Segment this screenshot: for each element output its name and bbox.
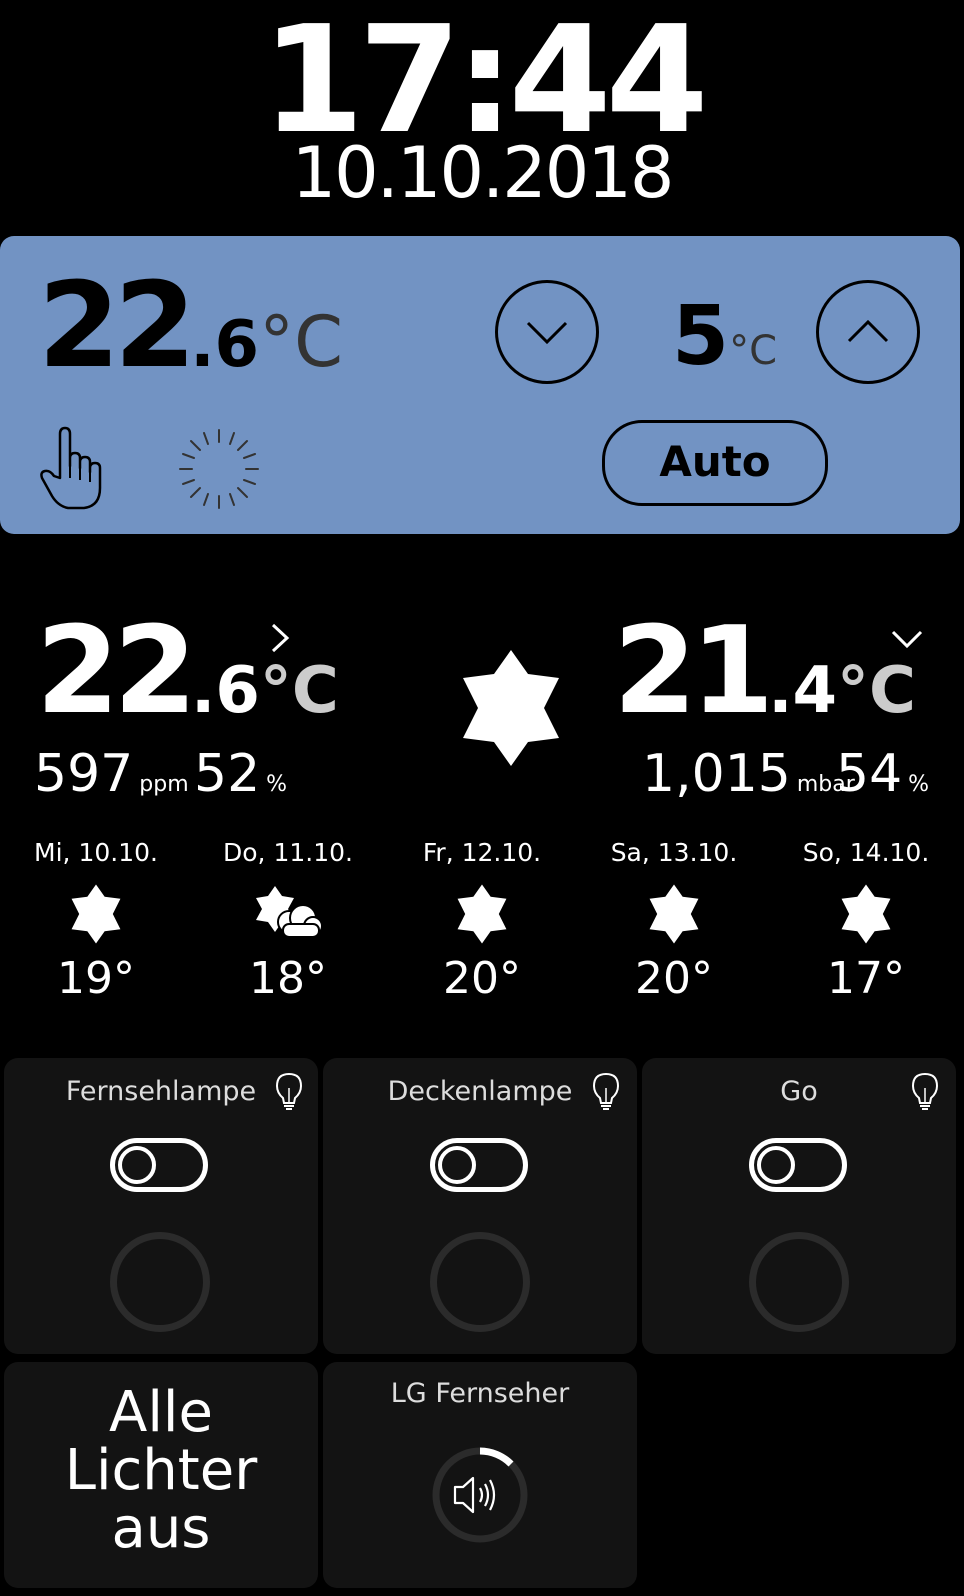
outdoor-pressure: 1,015 mbar (642, 744, 855, 804)
indoor-humidity-unit: % (266, 772, 288, 797)
outdoor-temp-integer: 21 (613, 602, 774, 741)
outdoor-temp-decimal: .4 (768, 654, 838, 728)
light-bulb-icon (275, 1072, 303, 1110)
sun-icon (457, 884, 507, 944)
lamp-tile-fernsehlampe[interactable]: Fernsehlampe (4, 1058, 318, 1354)
brightness-ring[interactable] (430, 1232, 530, 1332)
indoor-humidity: 52% (194, 744, 287, 804)
chevron-up-icon (847, 319, 889, 343)
setpoint-unit: °C (729, 328, 777, 374)
pressure-value: 1,015 (642, 744, 791, 804)
indoor-temperature: 22.6°C (36, 612, 339, 732)
thermostat-panel: 22.6°C 5°C Auto (0, 236, 960, 534)
speaker-icon (453, 1476, 496, 1514)
lamp-toggle[interactable] (749, 1138, 847, 1192)
co2-value: 597 (34, 744, 134, 804)
outdoor-temperature: 21.4°C (613, 612, 916, 732)
forecast-day: Fr, 12.10. 20° (412, 838, 552, 1004)
outdoor-humidity-value: 54 (836, 744, 903, 804)
temp-integer: 22 (38, 256, 196, 394)
forecast-day-temp: 20° (635, 953, 713, 1004)
sun-icon (71, 884, 121, 944)
chevron-right-icon[interactable] (268, 622, 292, 654)
forecast-day-label: Mi, 10.10. (34, 838, 158, 867)
tv-tile[interactable]: LG Fernseher (323, 1362, 637, 1588)
forecast-day-label: So, 14.10. (802, 838, 930, 867)
forecast-day-label: Do, 11.10. (223, 838, 353, 867)
forecast-day: Mi, 10.10. 19° (26, 838, 166, 1004)
brightness-ring[interactable] (110, 1232, 210, 1332)
indoor-temp-unit: °C (259, 654, 339, 728)
setpoint-up-button[interactable] (816, 280, 920, 384)
forecast-day-label: Sa, 13.10. (610, 838, 738, 867)
setpoint-down-button[interactable] (495, 280, 599, 384)
mode-auto-button[interactable]: Auto (602, 420, 828, 506)
forecast-day-label: Fr, 12.10. (422, 838, 542, 867)
lamp-tile-go[interactable]: Go (642, 1058, 956, 1354)
toggle-knob (118, 1146, 156, 1184)
lamp-toggle[interactable] (430, 1138, 528, 1192)
loading-spinner-icon (179, 429, 259, 509)
tv-tile-title: LG Fernseher (390, 1378, 570, 1409)
light-bulb-icon (911, 1072, 939, 1110)
indoor-temp-decimal: .6 (191, 654, 260, 728)
temp-decimal: .6 (190, 308, 260, 382)
light-bulb-icon (592, 1072, 620, 1110)
all-lights-off-label: Alle Lichter aus (4, 1384, 318, 1558)
lamp-tile-title: Deckenlampe (387, 1076, 573, 1107)
forecast-day-temp: 17° (827, 953, 905, 1004)
outdoor-humidity: 54% (836, 744, 929, 804)
indoor-temp-integer: 22 (36, 602, 197, 741)
temp-unit: °C (259, 301, 343, 383)
toggle-knob (438, 1146, 476, 1184)
lamp-tile-deckenlampe[interactable]: Deckenlampe (323, 1058, 637, 1354)
lamp-tile-title: Fernsehlampe (65, 1076, 257, 1107)
forecast-day: Sa, 13.10. 20° (604, 838, 744, 1004)
sun-icon (463, 650, 559, 766)
indoor-humidity-value: 52 (194, 744, 261, 804)
label-line: Lichter (64, 1438, 258, 1503)
brightness-ring[interactable] (749, 1232, 849, 1332)
hand-pointer-icon[interactable] (38, 426, 108, 512)
thermostat-current-temp: 22.6°C (38, 266, 343, 384)
forecast-day-temp: 19° (57, 953, 135, 1004)
chevron-down-icon (526, 321, 568, 345)
setpoint-value: 5°C (672, 296, 777, 378)
forecast-day: So, 14.10. 17° (796, 838, 936, 1004)
indoor-co2: 597 ppm (34, 744, 189, 804)
outdoor-humidity-unit: % (908, 772, 930, 797)
sun-icon (841, 884, 891, 944)
chevron-down-icon[interactable] (890, 628, 924, 650)
forecast-day: Do, 11.10. 18° (218, 838, 358, 1004)
label-line: aus (111, 1496, 211, 1561)
outdoor-temp-unit: °C (837, 654, 916, 728)
all-lights-off-button[interactable]: Alle Lichter aus (4, 1362, 318, 1588)
forecast-day-temp: 20° (443, 953, 521, 1004)
lamp-toggle[interactable] (110, 1138, 208, 1192)
label-line: Alle (109, 1380, 213, 1445)
forecast-day-temp: 18° (249, 953, 327, 1004)
setpoint-number: 5 (672, 289, 730, 384)
sun-icon (649, 884, 699, 944)
toggle-knob (757, 1146, 795, 1184)
volume-ring[interactable] (429, 1444, 531, 1546)
partly-cloudy-icon (256, 886, 323, 938)
co2-unit: ppm (139, 772, 189, 797)
clock-date: 10.10.2018 (291, 132, 675, 214)
lamp-tile-title: Go (780, 1076, 818, 1107)
